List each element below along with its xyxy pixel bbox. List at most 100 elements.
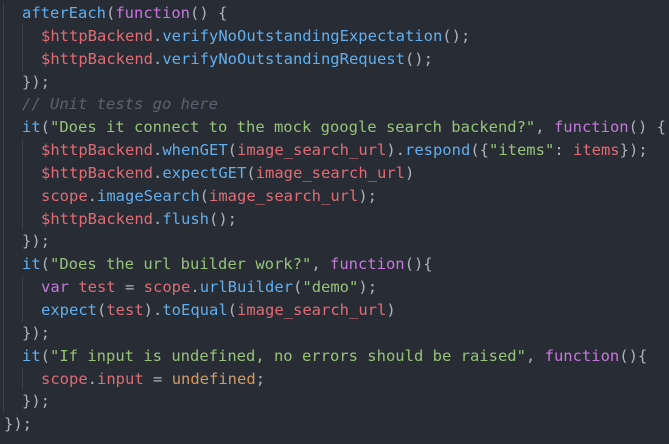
code-line[interactable]: scope.imageSearch(image_search_url); bbox=[0, 184, 669, 208]
code-token: ( bbox=[227, 300, 238, 319]
code-token: }); bbox=[619, 141, 648, 160]
code-token: () { bbox=[628, 118, 666, 137]
code-line[interactable]: }); bbox=[0, 413, 669, 436]
code-text: }); bbox=[22, 322, 50, 345]
code-line[interactable]: }); bbox=[0, 321, 669, 345]
code-text: afterEach(function() { bbox=[22, 2, 227, 25]
code-token: , bbox=[311, 255, 330, 274]
indent-guide bbox=[22, 47, 23, 71]
code-token: (); bbox=[404, 49, 433, 68]
code-line[interactable]: }); bbox=[0, 390, 669, 414]
code-token: = bbox=[143, 369, 172, 388]
code-token: it bbox=[22, 118, 41, 137]
code-token: $httpBackend bbox=[41, 163, 153, 182]
code-token: . bbox=[87, 186, 98, 205]
code-line[interactable]: // Unit tests go here bbox=[0, 93, 669, 117]
code-line[interactable]: it("Does the url builder work?", functio… bbox=[0, 253, 669, 277]
code-token: input bbox=[97, 369, 144, 388]
indent-guide bbox=[3, 298, 4, 322]
indent-guide bbox=[3, 161, 4, 185]
indent-guide bbox=[3, 276, 4, 299]
code-line[interactable]: $httpBackend.verifyNoOutstandingExpectat… bbox=[0, 24, 669, 48]
code-token: (){ bbox=[404, 255, 433, 274]
code-token: verifyNoOutstandingRequest bbox=[162, 49, 405, 68]
indent-guide bbox=[3, 367, 4, 391]
code-line[interactable]: $httpBackend.whenGET(image_search_url).r… bbox=[0, 139, 669, 162]
code-token: ). bbox=[386, 141, 405, 160]
code-text: it("Does the url builder work?", functio… bbox=[22, 253, 433, 276]
code-line[interactable]: $httpBackend.verifyNoOutstandingRequest(… bbox=[0, 47, 669, 71]
code-token: (); bbox=[442, 26, 471, 45]
code-token: verifyNoOutstandingExpectation bbox=[162, 26, 443, 45]
code-token: : bbox=[554, 141, 573, 160]
code-token: ); bbox=[358, 278, 378, 297]
code-text: scope.imageSearch(image_search_url); bbox=[41, 185, 377, 208]
indent-guide bbox=[3, 321, 4, 345]
code-token: ); bbox=[358, 186, 377, 205]
code-text: $httpBackend.flush(); bbox=[41, 208, 237, 231]
code-token: = bbox=[115, 278, 144, 297]
indent-guide bbox=[22, 367, 23, 391]
code-text: }); bbox=[4, 413, 32, 436]
code-token: scope bbox=[41, 186, 88, 205]
code-token: items bbox=[572, 141, 620, 160]
code-token: , bbox=[525, 346, 545, 365]
code-token: "demo" bbox=[302, 278, 359, 297]
code-token: }); bbox=[22, 232, 50, 251]
code-token: ( bbox=[40, 118, 51, 137]
code-token: function bbox=[553, 118, 629, 137]
code-token: scope bbox=[143, 278, 191, 297]
code-line[interactable]: $httpBackend.expectGET(image_search_url) bbox=[0, 161, 669, 185]
code-token: flush bbox=[162, 209, 209, 228]
indent-guide bbox=[3, 47, 4, 71]
code-token: . bbox=[190, 278, 200, 297]
code-token: ({ bbox=[470, 141, 489, 160]
indent-guide bbox=[22, 161, 23, 185]
indent-guide bbox=[22, 298, 23, 322]
code-line[interactable]: var test = scope.urlBuilder("demo"); bbox=[0, 276, 669, 299]
code-line[interactable]: it("Does it connect to the mock google s… bbox=[0, 116, 669, 140]
indent-guide bbox=[3, 253, 4, 277]
code-token: "items" bbox=[488, 141, 555, 160]
code-token: ). bbox=[143, 300, 163, 319]
code-token: image_search_url bbox=[237, 141, 387, 160]
code-token: ( bbox=[199, 186, 210, 205]
code-token: image_search_url bbox=[255, 163, 405, 182]
code-token: ( bbox=[227, 141, 237, 160]
indent-guide bbox=[3, 344, 4, 368]
indent-guide bbox=[3, 207, 4, 231]
code-token: $httpBackend bbox=[41, 26, 153, 45]
code-token: image_search_url bbox=[209, 186, 359, 205]
code-token: "Does the url builder work?" bbox=[50, 255, 312, 274]
code-token: ( bbox=[40, 346, 51, 365]
code-token: ( bbox=[97, 300, 107, 319]
code-line[interactable]: afterEach(function() { bbox=[0, 2, 669, 25]
code-token: $httpBackend bbox=[41, 49, 153, 68]
indent-guide bbox=[3, 139, 4, 162]
code-text: var test = scope.urlBuilder("demo"); bbox=[41, 276, 377, 299]
code-editor[interactable]: afterEach(function() {$httpBackend.verif… bbox=[0, 0, 669, 444]
code-token: ) bbox=[404, 163, 415, 182]
code-token: toEqual bbox=[162, 300, 228, 319]
indent-guide bbox=[22, 207, 23, 231]
code-token: "If input is undefined, no errors should… bbox=[50, 346, 526, 365]
code-token: . bbox=[152, 26, 163, 45]
code-token: it bbox=[22, 346, 41, 365]
code-line[interactable]: it("If input is undefined, no errors sho… bbox=[0, 344, 669, 368]
code-line[interactable]: expect(test).toEqual(image_search_url) bbox=[0, 298, 669, 322]
code-token: test bbox=[78, 278, 116, 297]
code-text: $httpBackend.whenGET(image_search_url).r… bbox=[41, 139, 648, 162]
code-text: $httpBackend.verifyNoOutstandingRequest(… bbox=[41, 48, 433, 71]
code-line[interactable]: }); bbox=[0, 230, 669, 254]
code-token: whenGET bbox=[162, 141, 228, 160]
indent-guide bbox=[3, 184, 4, 208]
code-token: ; bbox=[255, 369, 266, 388]
indent-guide bbox=[3, 24, 4, 48]
code-line[interactable]: scope.input = undefined; bbox=[0, 367, 669, 391]
code-line[interactable]: $httpBackend.flush(); bbox=[0, 207, 669, 231]
code-line[interactable]: }); bbox=[0, 70, 669, 94]
indent-guide bbox=[3, 390, 4, 414]
code-token: ( bbox=[106, 4, 116, 22]
code-token: . bbox=[152, 163, 163, 182]
